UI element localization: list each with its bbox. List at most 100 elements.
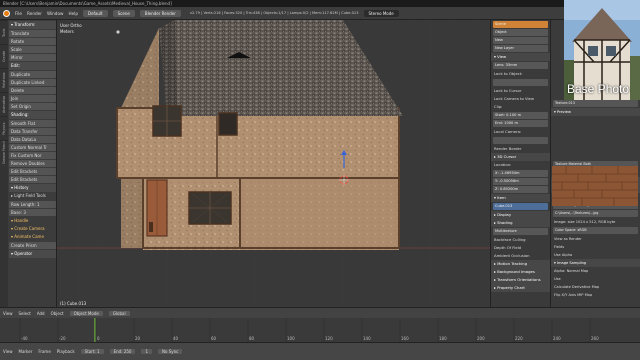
tool-shelf-button[interactable]: ▾ Animate Came — [9, 233, 56, 241]
timeline-area[interactable]: -40 -20 0 20 40 60 80 100 120 140 160 180 200 220 240 2… — [0, 318, 640, 342]
tool-shelf-section-header[interactable]: Edit: — [9, 62, 56, 70]
view-panel-field[interactable] — [493, 79, 548, 86]
tool-shelf-button[interactable]: Set Origin — [9, 103, 56, 110]
tool-shelf-button[interactable]: Translate — [9, 30, 56, 37]
view-panel-field[interactable]: Multitexture — [493, 228, 548, 235]
tl-menu-marker[interactable]: Marker — [19, 349, 33, 354]
scene-selector[interactable]: Scene — [112, 9, 135, 17]
tool-shelf-button[interactable]: Fix Custom Nor — [9, 152, 56, 159]
view-panel-section-header[interactable]: ▾ Item — [491, 194, 550, 202]
tool-shelf-section-header[interactable]: ▾ Transform: — [9, 21, 56, 29]
menu-window[interactable]: Window — [47, 11, 64, 16]
view-panel-label: Ambient Occlusion — [494, 253, 530, 258]
tool-shelf-button[interactable]: Base: 3 — [9, 209, 56, 216]
3d-viewport[interactable]: User Ortho Meters (1) Cube.013 — [57, 20, 490, 307]
properties-section-header[interactable]: ▾ Image Sampling — [551, 259, 640, 267]
view-panel-field[interactable]: Y: -0.50056m — [493, 178, 548, 185]
menu-file[interactable]: File — [15, 11, 22, 16]
tool-shelf-button[interactable]: Duplicate — [9, 71, 56, 78]
view-panel-field[interactable]: Start: 0.100 m — [493, 112, 548, 119]
transform-orientation-selector[interactable]: Global — [108, 310, 130, 316]
tool-shelf-button[interactable]: ▾ Handle — [9, 217, 56, 225]
sync-mode-selector[interactable]: No Sync — [158, 349, 183, 354]
tool-shelf-button[interactable]: Create Prism — [9, 242, 56, 249]
view-panel-field[interactable]: Scene — [493, 21, 548, 28]
render-engine-selector[interactable]: Blender Render — [139, 9, 181, 17]
view-panel-field[interactable]: End: 1000 m — [493, 120, 548, 127]
tool-shelf-button[interactable]: Data Transfer — [9, 128, 56, 135]
view-panel-section-header[interactable]: ▸ Transform Orientations — [491, 276, 550, 284]
timeline-tick-label: 220 — [515, 336, 523, 341]
stereo-mode-field[interactable]: Stereo Mode — [363, 9, 399, 17]
tool-shelf-section-header[interactable]: ▾ Operator — [9, 250, 56, 258]
view-panel-section-header[interactable]: ▸ Motion Tracking — [491, 260, 550, 268]
properties-field[interactable]: C:\Users\...\Textures\...jpg — [553, 210, 638, 217]
properties-field[interactable]: Color Space: sRGB — [553, 227, 638, 234]
tool-shelf-tab[interactable]: Tools — [0, 20, 8, 44]
house-model[interactable] — [57, 20, 490, 307]
blender-logo-icon[interactable] — [3, 9, 10, 17]
tool-shelf-button[interactable]: ▸ Light Field Tools — [9, 192, 56, 200]
tool-shelf-button[interactable]: Smooth Flat — [9, 120, 56, 127]
vp-menu-view[interactable]: View — [3, 311, 13, 316]
current-frame-field[interactable]: 1 — [141, 349, 152, 354]
vp-menu-object[interactable]: Object — [51, 311, 64, 316]
tl-menu-view[interactable]: View — [3, 349, 13, 354]
view-panel-section-header[interactable]: ▾ View — [491, 53, 550, 61]
tool-shelf-button[interactable]: Join — [9, 95, 56, 102]
mode-selector[interactable]: Object Mode — [69, 310, 103, 316]
vp-menu-select[interactable]: Select — [19, 311, 31, 316]
top-menu-bar: File Render Window Help Default Scene Bl… — [0, 7, 564, 20]
view-panel-field[interactable]: X: -1.46934m — [493, 170, 548, 177]
tool-shelf-tab[interactable]: Create — [0, 44, 8, 68]
tool-shelf-section-header[interactable]: ▾ History — [9, 184, 56, 192]
tool-shelf-tab[interactable]: Physics — [0, 116, 8, 140]
properties-label: Image: size 1024 x 512, RGB byte — [554, 220, 616, 224]
tool-shelf-button[interactable]: ▾ Create Camera — [9, 225, 56, 233]
view-panel-section-header[interactable]: ▸ Shading — [491, 219, 550, 227]
timeline-ruler[interactable]: -40 -20 0 20 40 60 80 100 120 140 160 180 200 220 240 2… — [0, 318, 640, 342]
tool-shelf-tab[interactable]: Animation — [0, 92, 8, 116]
view-panel-section-header[interactable]: ▸ Property Chart — [491, 284, 550, 292]
properties-field[interactable]: Texture.013 — [553, 100, 638, 107]
tool-shelf-button[interactable]: Duplicate Linked — [9, 79, 56, 86]
properties-section-header[interactable]: ▾ Preview — [551, 108, 640, 116]
view-panel-field[interactable]: Lens: 35mm — [493, 62, 548, 69]
tl-menu-frame[interactable]: Frame — [38, 349, 50, 354]
tool-shelf-button[interactable]: Custom Normal Tr — [9, 144, 56, 151]
view-panel-field[interactable]: New — [493, 37, 548, 44]
view-panel-field[interactable]: New Layer — [493, 45, 548, 52]
timeline-tick-label: 100 — [287, 336, 295, 341]
view-panel-section-header[interactable]: ▸ Background Images — [491, 268, 550, 276]
view-panel-field[interactable]: Object — [493, 29, 548, 36]
properties-label: Use Alpha — [554, 253, 573, 257]
tool-shelf-button[interactable]: Scale — [9, 46, 56, 53]
menu-render[interactable]: Render — [27, 11, 42, 16]
tool-shelf-button[interactable]: Edit Brackets — [9, 168, 56, 175]
tool-shelf-content: ▾ Transform: Translate Rotate Scale Mirror Ed… — [9, 21, 56, 258]
view-panel-field[interactable]: Cube.013 — [493, 203, 548, 210]
start-frame-field[interactable]: Start: 1 — [80, 349, 104, 354]
tool-shelf-button[interactable]: Edit Brackets — [9, 176, 56, 183]
tool-shelf-button[interactable]: Rotate — [9, 38, 56, 45]
view-panel-field[interactable]: Z: 0.89200m — [493, 186, 548, 193]
menu-help[interactable]: Help — [68, 11, 78, 16]
timeline-tick-label: 180 — [439, 336, 447, 341]
view-panel-section-header[interactable]: ▸ 3D Cursor — [491, 153, 550, 161]
tool-shelf-button[interactable]: Remove Doubles — [9, 160, 56, 167]
tl-menu-playback[interactable]: Playback — [57, 349, 75, 354]
tool-shelf-section-header[interactable]: Shading: — [9, 111, 56, 119]
tool-shelf-button[interactable]: Delete — [9, 87, 56, 94]
tool-shelf-button[interactable]: Mirror — [9, 54, 56, 61]
view-panel-section-header[interactable]: ▸ Display — [491, 211, 550, 219]
view-panel-label: Depth Of Field — [494, 245, 522, 250]
layout-selector[interactable]: Default — [83, 9, 108, 17]
tool-shelf-tab[interactable]: Relations — [0, 68, 8, 92]
tool-shelf-button[interactable]: Data DataLa — [9, 136, 56, 143]
vp-menu-add[interactable]: Add — [37, 311, 45, 316]
end-frame-field[interactable]: End: 250 — [109, 349, 136, 354]
tool-shelf-button[interactable]: Row Length: 1 — [9, 201, 56, 208]
tool-shelf-tabs: Tools Create Relations Animation Physics Grea… — [0, 20, 8, 307]
tool-shelf-tab[interactable]: Grease Pencil — [0, 140, 8, 164]
view-panel-field[interactable] — [493, 137, 548, 144]
